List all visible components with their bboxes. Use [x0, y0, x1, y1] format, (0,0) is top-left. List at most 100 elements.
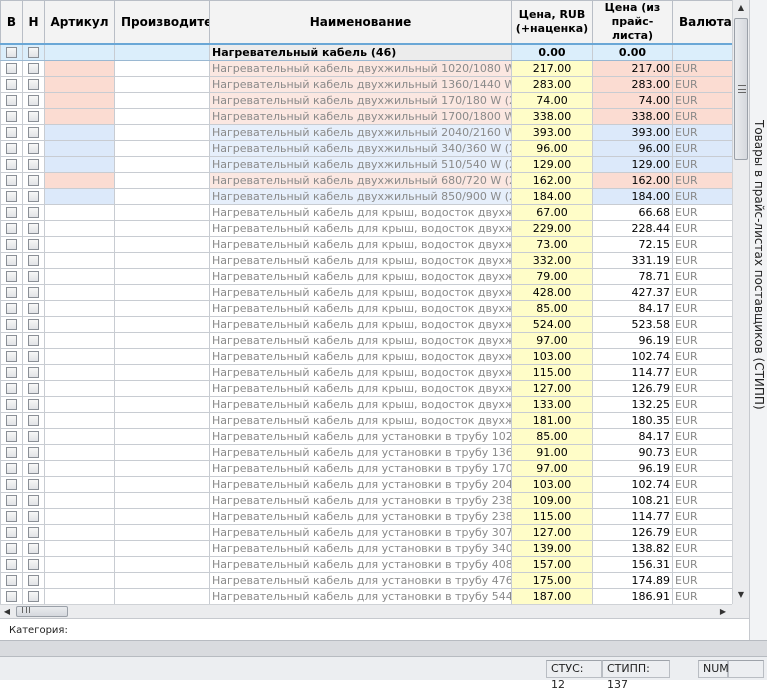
scroll-up-icon[interactable]: ▲	[733, 0, 749, 16]
checkbox[interactable]	[6, 495, 17, 506]
checkbox[interactable]	[6, 447, 17, 458]
checkbox[interactable]	[28, 127, 39, 138]
col-header-article[interactable]: Артикул	[44, 0, 115, 45]
checkbox[interactable]	[28, 63, 39, 74]
checkbox[interactable]	[6, 111, 17, 122]
scroll-down-icon[interactable]: ▼	[733, 587, 749, 603]
col-header-price-list[interactable]: Цена (из прайс-листа)	[592, 0, 673, 45]
scroll-right-icon[interactable]: ▶	[716, 605, 730, 619]
horizontal-scrollbar[interactable]: ◀ ▶	[0, 604, 732, 618]
checkbox[interactable]	[6, 207, 17, 218]
checkbox[interactable]	[6, 383, 17, 394]
side-panel-tab[interactable]: Товары в прайс-листах поставщиков (СТИПП…	[749, 0, 767, 640]
checkbox[interactable]	[28, 495, 39, 506]
checkbox[interactable]	[6, 303, 17, 314]
checkbox[interactable]	[28, 79, 39, 90]
checkbox[interactable]	[6, 511, 17, 522]
checkbox[interactable]	[6, 271, 17, 282]
table-row[interactable]: Нагревательный кабель двухжильный 1700/1…	[0, 107, 732, 125]
checkbox[interactable]	[6, 527, 17, 538]
checkbox[interactable]	[6, 351, 17, 362]
checkbox[interactable]	[28, 271, 39, 282]
checkbox[interactable]	[28, 175, 39, 186]
table-row[interactable]: Нагревательный кабель двухжильный 680/72…	[0, 171, 732, 189]
table-row[interactable]: Нагревательный кабель двухжильный 1020/1…	[0, 59, 732, 77]
table-row[interactable]: Нагревательный кабель для крыш, водосток…	[0, 283, 732, 301]
checkbox[interactable]	[28, 367, 39, 378]
checkbox[interactable]	[28, 95, 39, 106]
table-row[interactable]: Нагревательный кабель для крыш, водосток…	[0, 315, 732, 333]
scrollbar-thumb[interactable]	[734, 18, 748, 160]
table-row[interactable]: Нагревательный кабель для крыш, водосток…	[0, 347, 732, 365]
checkbox[interactable]	[28, 463, 39, 474]
table-row[interactable]: Нагревательный кабель для крыш, водосток…	[0, 251, 732, 269]
table-row[interactable]: Нагревательный кабель двухжильный 340/36…	[0, 139, 732, 157]
table-row[interactable]: Нагревательный кабель для крыш, водосток…	[0, 203, 732, 221]
checkbox[interactable]	[28, 191, 39, 202]
table-row[interactable]: Нагревательный кабель для установки в тр…	[0, 571, 732, 589]
checkbox[interactable]	[6, 127, 17, 138]
checkbox[interactable]	[28, 479, 39, 490]
table-row[interactable]: Нагревательный кабель двухжильный 2040/2…	[0, 123, 732, 141]
checkbox[interactable]	[6, 223, 17, 234]
checkbox[interactable]	[28, 143, 39, 154]
checkbox[interactable]	[6, 591, 17, 602]
checkbox[interactable]	[6, 559, 17, 570]
col-header-manufacturer[interactable]: Производитель	[114, 0, 210, 45]
table-row[interactable]: Нагревательный кабель для крыш, водосток…	[0, 267, 732, 285]
table-row[interactable]: Нагревательный кабель двухжильный 850/90…	[0, 187, 732, 205]
table-row[interactable]: Нагревательный кабель для установки в тр…	[0, 459, 732, 477]
checkbox[interactable]	[6, 335, 17, 346]
table-row[interactable]: Нагревательный кабель для крыш, водосток…	[0, 411, 732, 429]
checkbox[interactable]	[6, 367, 17, 378]
table-row[interactable]: Нагревательный кабель для установки в тр…	[0, 475, 732, 493]
checkbox[interactable]	[6, 95, 17, 106]
checkbox[interactable]	[28, 591, 39, 602]
checkbox[interactable]	[6, 239, 17, 250]
checkbox[interactable]	[6, 255, 17, 266]
checkbox[interactable]	[28, 223, 39, 234]
checkbox[interactable]	[28, 207, 39, 218]
table-row[interactable]: Нагревательный кабель двухжильный 170/18…	[0, 91, 732, 109]
col-header-v[interactable]: В	[0, 0, 23, 45]
table-row[interactable]: Нагревательный кабель для крыш, водосток…	[0, 395, 732, 413]
table-row[interactable]: Нагревательный кабель для крыш, водосток…	[0, 331, 732, 349]
checkbox[interactable]	[6, 79, 17, 90]
table-row[interactable]: Нагревательный кабель для крыш, водосток…	[0, 235, 732, 253]
checkbox[interactable]	[28, 319, 39, 330]
checkbox[interactable]	[6, 191, 17, 202]
checkbox[interactable]	[6, 287, 17, 298]
checkbox[interactable]	[28, 447, 39, 458]
table-row[interactable]: Нагревательный кабель двухжильный 1360/1…	[0, 75, 732, 93]
table-row[interactable]: Нагревательный кабель для установки в тр…	[0, 587, 732, 604]
scroll-left-icon[interactable]: ◀	[0, 605, 14, 619]
checkbox[interactable]	[6, 415, 17, 426]
checkbox[interactable]	[28, 415, 39, 426]
checkbox[interactable]	[28, 431, 39, 442]
checkbox[interactable]	[28, 351, 39, 362]
vertical-scrollbar[interactable]: ▲ ▼	[732, 0, 749, 604]
table-row[interactable]: Нагревательный кабель для установки в тр…	[0, 427, 732, 445]
checkbox[interactable]	[28, 303, 39, 314]
table-row[interactable]: Нагревательный кабель для установки в тр…	[0, 555, 732, 573]
checkbox[interactable]	[6, 175, 17, 186]
checkbox[interactable]	[28, 559, 39, 570]
table-row[interactable]: Нагревательный кабель для крыш, водосток…	[0, 379, 732, 397]
col-header-name[interactable]: Наименование	[209, 0, 512, 45]
checkbox[interactable]	[28, 47, 39, 59]
checkbox[interactable]	[6, 431, 17, 442]
col-header-price-rub[interactable]: Цена, RUB (+наценка)	[511, 0, 593, 45]
checkbox[interactable]	[28, 383, 39, 394]
table-row[interactable]: Нагревательный кабель для крыш, водосток…	[0, 363, 732, 381]
group-name[interactable]: Нагревательный кабель (46)	[209, 43, 512, 61]
checkbox[interactable]	[28, 287, 39, 298]
table-row[interactable]: Нагревательный кабель для установки в тр…	[0, 443, 732, 461]
table-row[interactable]: Нагревательный кабель для установки в тр…	[0, 507, 732, 525]
checkbox[interactable]	[28, 575, 39, 586]
checkbox[interactable]	[6, 399, 17, 410]
checkbox[interactable]	[6, 47, 17, 59]
col-header-n[interactable]: Н	[22, 0, 45, 45]
checkbox[interactable]	[28, 159, 39, 170]
table-row[interactable]: Нагревательный кабель для крыш, водосток…	[0, 219, 732, 237]
checkbox[interactable]	[28, 399, 39, 410]
